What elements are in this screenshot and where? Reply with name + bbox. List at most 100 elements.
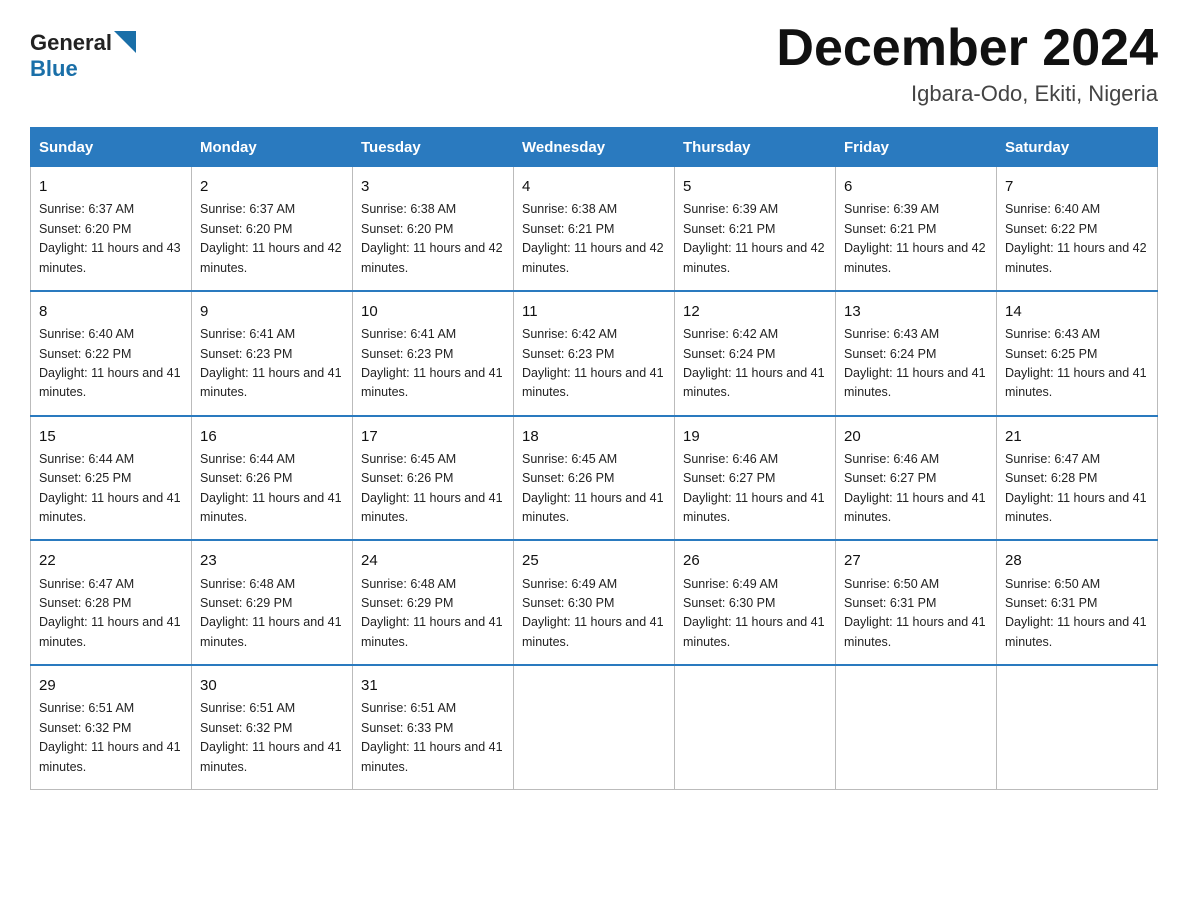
day-info: Sunrise: 6:38 AMSunset: 6:20 PMDaylight:… [361, 202, 503, 274]
day-number: 25 [522, 549, 666, 572]
day-number: 17 [361, 425, 505, 448]
day-number: 14 [1005, 300, 1149, 323]
day-number: 11 [522, 300, 666, 323]
day-info: Sunrise: 6:51 AMSunset: 6:33 PMDaylight:… [361, 701, 503, 773]
logo-triangle-icon [114, 31, 136, 53]
day-number: 26 [683, 549, 827, 572]
day-number: 22 [39, 549, 183, 572]
calendar-cell: 11 Sunrise: 6:42 AMSunset: 6:23 PMDayligh… [514, 291, 675, 416]
day-info: Sunrise: 6:49 AMSunset: 6:30 PMDaylight:… [522, 577, 664, 649]
calendar-cell: 10Sunrise: 6:41 AMSunset: 6:23 PMDayligh… [353, 291, 514, 416]
calendar-header-thursday: Thursday [675, 128, 836, 167]
day-number: 18 [522, 425, 666, 448]
calendar-week-row: 8 Sunrise: 6:40 AMSunset: 6:22 PMDaylight… [31, 291, 1158, 416]
day-info: Sunrise: 6:47 AMSunset: 6:28 PMDaylight:… [1005, 452, 1147, 524]
day-info: Sunrise: 6:51 AMSunset: 6:32 PMDaylight:… [200, 701, 342, 773]
calendar-header-row: SundayMondayTuesdayWednesdayThursdayFrid… [31, 128, 1158, 167]
day-info: Sunrise: 6:50 AMSunset: 6:31 PMDaylight:… [844, 577, 986, 649]
day-number: 24 [361, 549, 505, 572]
day-info: Sunrise: 6:48 AMSunset: 6:29 PMDaylight:… [200, 577, 342, 649]
calendar-cell: 24 Sunrise: 6:48 AMSunset: 6:29 PMDayligh… [353, 540, 514, 665]
day-info: Sunrise: 6:45 AMSunset: 6:26 PMDaylight:… [522, 452, 664, 524]
day-info: Sunrise: 6:50 AMSunset: 6:31 PMDaylight:… [1005, 577, 1147, 649]
calendar-week-row: 22Sunrise: 6:47 AMSunset: 6:28 PMDayligh… [31, 540, 1158, 665]
calendar-cell [836, 665, 997, 789]
calendar-cell: 6 Sunrise: 6:39 AMSunset: 6:21 PMDaylight… [836, 167, 997, 291]
day-info: Sunrise: 6:39 AMSunset: 6:21 PMDaylight:… [844, 202, 986, 274]
calendar-cell: 23 Sunrise: 6:48 AMSunset: 6:29 PMDayligh… [192, 540, 353, 665]
day-number: 15 [39, 425, 183, 448]
day-info: Sunrise: 6:44 AMSunset: 6:25 PMDaylight:… [39, 452, 181, 524]
day-number: 21 [1005, 425, 1149, 448]
calendar-cell: 22Sunrise: 6:47 AMSunset: 6:28 PMDayligh… [31, 540, 192, 665]
calendar-cell: 18 Sunrise: 6:45 AMSunset: 6:26 PMDayligh… [514, 416, 675, 541]
title-area: December 2024 Igbara-Odo, Ekiti, Nigeria [776, 20, 1158, 107]
page-header: General Blue December 2024 Igbara-Odo, E… [30, 20, 1158, 107]
day-number: 16 [200, 425, 344, 448]
day-info: Sunrise: 6:42 AMSunset: 6:23 PMDaylight:… [522, 327, 664, 399]
day-number: 20 [844, 425, 988, 448]
calendar-cell: 27 Sunrise: 6:50 AMSunset: 6:31 PMDayligh… [836, 540, 997, 665]
day-info: Sunrise: 6:51 AMSunset: 6:32 PMDaylight:… [39, 701, 181, 773]
day-number: 9 [200, 300, 344, 323]
day-number: 31 [361, 674, 505, 697]
day-number: 23 [200, 549, 344, 572]
calendar-cell: 14 Sunrise: 6:43 AMSunset: 6:25 PMDayligh… [997, 291, 1158, 416]
day-info: Sunrise: 6:46 AMSunset: 6:27 PMDaylight:… [844, 452, 986, 524]
calendar-table: SundayMondayTuesdayWednesdayThursdayFrid… [30, 127, 1158, 790]
day-number: 10 [361, 300, 505, 323]
day-number: 27 [844, 549, 988, 572]
calendar-cell: 2Sunrise: 6:37 AMSunset: 6:20 PMDaylight… [192, 167, 353, 291]
calendar-header-wednesday: Wednesday [514, 128, 675, 167]
day-info: Sunrise: 6:43 AMSunset: 6:25 PMDaylight:… [1005, 327, 1147, 399]
calendar-cell: 28 Sunrise: 6:50 AMSunset: 6:31 PMDayligh… [997, 540, 1158, 665]
calendar-cell [997, 665, 1158, 789]
day-number: 2 [200, 175, 344, 198]
calendar-week-row: 15 Sunrise: 6:44 AMSunset: 6:25 PMDayligh… [31, 416, 1158, 541]
day-number: 6 [844, 175, 988, 198]
day-number: 8 [39, 300, 183, 323]
location-subtitle: Igbara-Odo, Ekiti, Nigeria [776, 81, 1158, 107]
day-info: Sunrise: 6:41 AMSunset: 6:23 PMDaylight:… [200, 327, 342, 399]
calendar-header-monday: Monday [192, 128, 353, 167]
day-number: 4 [522, 175, 666, 198]
calendar-header-tuesday: Tuesday [353, 128, 514, 167]
month-title: December 2024 [776, 20, 1158, 77]
day-number: 12 [683, 300, 827, 323]
day-number: 29 [39, 674, 183, 697]
day-info: Sunrise: 6:40 AMSunset: 6:22 PMDaylight:… [39, 327, 181, 399]
calendar-cell: 31 Sunrise: 6:51 AMSunset: 6:33 PMDayligh… [353, 665, 514, 789]
logo-general-text: General [30, 30, 112, 56]
day-info: Sunrise: 6:45 AMSunset: 6:26 PMDaylight:… [361, 452, 503, 524]
day-info: Sunrise: 6:42 AMSunset: 6:24 PMDaylight:… [683, 327, 825, 399]
day-info: Sunrise: 6:38 AMSunset: 6:21 PMDaylight:… [522, 202, 664, 274]
calendar-cell: 19Sunrise: 6:46 AMSunset: 6:27 PMDayligh… [675, 416, 836, 541]
calendar-cell: 15 Sunrise: 6:44 AMSunset: 6:25 PMDayligh… [31, 416, 192, 541]
calendar-cell: 7 Sunrise: 6:40 AMSunset: 6:22 PMDaylight… [997, 167, 1158, 291]
calendar-cell: 21 Sunrise: 6:47 AMSunset: 6:28 PMDayligh… [997, 416, 1158, 541]
calendar-cell: 26Sunrise: 6:49 AMSunset: 6:30 PMDayligh… [675, 540, 836, 665]
calendar-cell [675, 665, 836, 789]
day-info: Sunrise: 6:40 AMSunset: 6:22 PMDaylight:… [1005, 202, 1147, 274]
calendar-cell: 16Sunrise: 6:44 AMSunset: 6:26 PMDayligh… [192, 416, 353, 541]
calendar-cell: 20 Sunrise: 6:46 AMSunset: 6:27 PMDayligh… [836, 416, 997, 541]
calendar-header-friday: Friday [836, 128, 997, 167]
logo: General Blue [30, 30, 136, 82]
day-number: 7 [1005, 175, 1149, 198]
day-info: Sunrise: 6:37 AMSunset: 6:20 PMDaylight:… [39, 202, 181, 274]
calendar-cell: 13Sunrise: 6:43 AMSunset: 6:24 PMDayligh… [836, 291, 997, 416]
calendar-cell: 30Sunrise: 6:51 AMSunset: 6:32 PMDayligh… [192, 665, 353, 789]
day-info: Sunrise: 6:46 AMSunset: 6:27 PMDaylight:… [683, 452, 825, 524]
day-number: 3 [361, 175, 505, 198]
calendar-cell: 25 Sunrise: 6:49 AMSunset: 6:30 PMDayligh… [514, 540, 675, 665]
calendar-cell: 17 Sunrise: 6:45 AMSunset: 6:26 PMDayligh… [353, 416, 514, 541]
calendar-cell [514, 665, 675, 789]
day-info: Sunrise: 6:48 AMSunset: 6:29 PMDaylight:… [361, 577, 503, 649]
calendar-cell: 1Sunrise: 6:37 AMSunset: 6:20 PMDaylight… [31, 167, 192, 291]
calendar-week-row: 29 Sunrise: 6:51 AMSunset: 6:32 PMDayligh… [31, 665, 1158, 789]
calendar-header-saturday: Saturday [997, 128, 1158, 167]
calendar-week-row: 1Sunrise: 6:37 AMSunset: 6:20 PMDaylight… [31, 167, 1158, 291]
calendar-cell: 4 Sunrise: 6:38 AMSunset: 6:21 PMDaylight… [514, 167, 675, 291]
calendar-header-sunday: Sunday [31, 128, 192, 167]
day-number: 28 [1005, 549, 1149, 572]
